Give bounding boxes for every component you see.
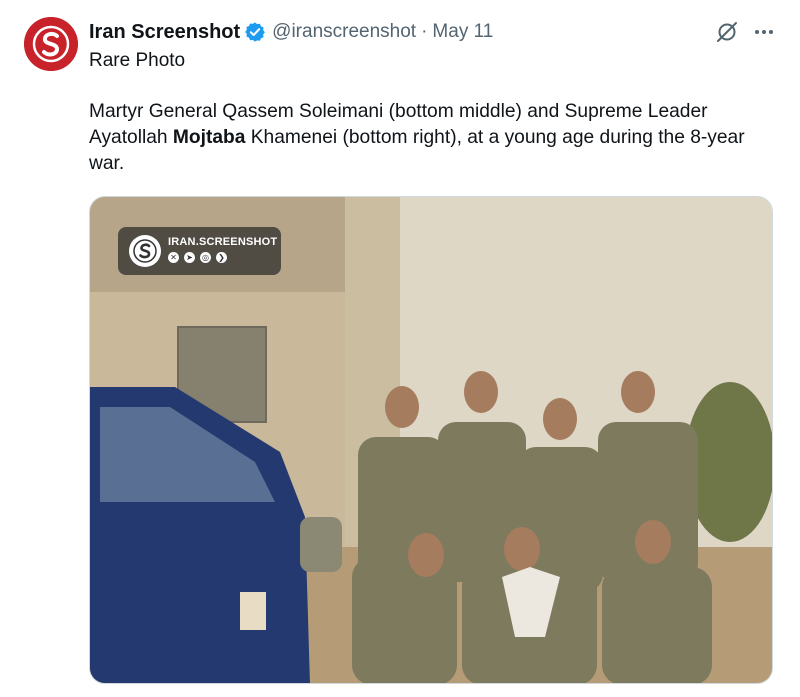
photo-van-headlight [240,592,266,630]
bale-icon: ❯ [216,252,227,263]
photo-seated-figure [300,517,342,572]
grok-icon[interactable] [714,19,740,45]
author-handle[interactable]: @iranscreenshot [272,21,416,43]
body-text-bold: Mojtaba [172,127,246,148]
tweet-card[interactable]: Iran Screenshot @iranscreenshot · May 11… [0,0,800,697]
tweet-line-1: Rare Photo [89,50,186,71]
tweet-date[interactable]: May 11 [432,21,493,43]
avatar[interactable] [24,17,78,71]
watermark-logo-icon [129,235,161,267]
watermark-badge: IRAN.SCREENSHOT ✕ ➤ ◎ ❯ [118,227,281,275]
telegram-icon: ➤ [184,252,195,263]
more-options-icon[interactable] [752,20,776,44]
tweet-header: Iran Screenshot @iranscreenshot · May 11 [89,18,493,46]
tweet-body: Martyr General Qassem Soleimani (bottom … [89,99,779,177]
separator-dot: · [421,21,428,42]
iran-screenshot-logo-icon [24,17,78,71]
watermark-social-icons: ✕ ➤ ◎ ❯ [168,252,227,263]
photo-tree [685,382,772,542]
instagram-icon: ◎ [200,252,211,263]
x-icon: ✕ [168,252,179,263]
tweet-photo[interactable]: IRAN.SCREENSHOT ✕ ➤ ◎ ❯ [89,196,773,684]
watermark-name: IRAN.SCREENSHOT [168,236,278,248]
author-name[interactable]: Iran Screenshot [89,21,240,44]
verified-badge-icon [245,22,266,42]
